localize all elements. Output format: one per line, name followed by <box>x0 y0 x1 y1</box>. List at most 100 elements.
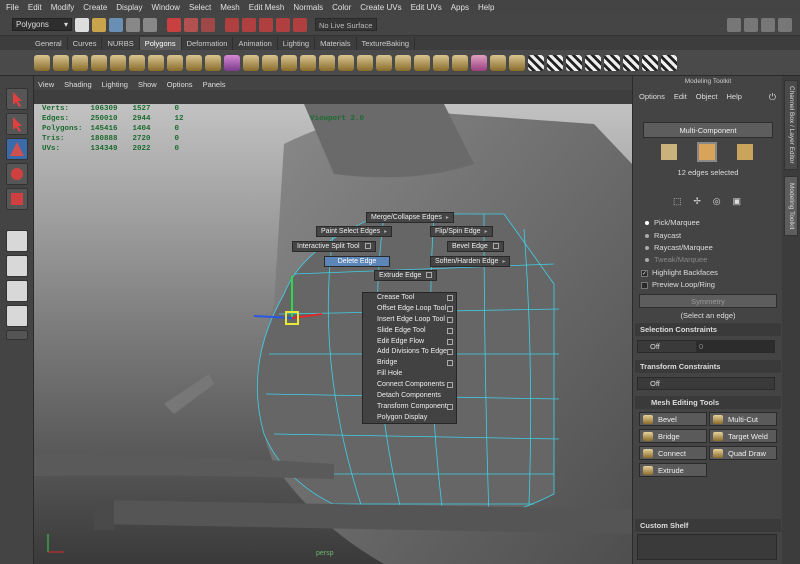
open-scene-icon[interactable] <box>92 17 106 32</box>
shelf-tab-polygons[interactable]: Polygons <box>139 37 182 50</box>
shelf-tool-icon[interactable] <box>490 54 506 71</box>
panel-menu-shading[interactable]: Shading <box>64 80 92 89</box>
move-tool-icon[interactable] <box>6 163 28 185</box>
option-box-icon[interactable] <box>447 295 453 301</box>
extrude-edge-item[interactable]: Extrude Edge <box>374 270 438 281</box>
shelf-tool-icon[interactable] <box>243 54 259 71</box>
rotate-tool-icon[interactable] <box>6 188 28 210</box>
panel-menu-panels[interactable]: Panels <box>203 80 226 89</box>
bridge-button[interactable]: Bridge <box>639 429 707 443</box>
mesh-editing-tools-header[interactable]: Mesh Editing Tools <box>635 396 781 409</box>
panel-menu-options[interactable]: Options <box>167 80 193 89</box>
layout-icon[interactable] <box>761 17 775 32</box>
paint-select-edges-item[interactable]: Paint Select Edges ▸ <box>316 226 393 237</box>
context-item-edit-edge-flow[interactable]: Edit Edge Flow <box>363 337 456 348</box>
shelf-tool-icon[interactable] <box>186 54 202 71</box>
shelf-tool-icon[interactable] <box>642 54 658 71</box>
shelf-tool-icon[interactable] <box>376 54 392 71</box>
layout-single-icon[interactable] <box>6 230 28 252</box>
select-tool-icon[interactable] <box>6 88 28 110</box>
transform-constraint-field[interactable]: Off <box>637 377 775 390</box>
context-item-connect-components[interactable]: Connect Components <box>363 380 456 391</box>
selection-constraint-field[interactable]: Off 0 <box>637 340 775 353</box>
option-box-icon[interactable] <box>447 360 453 367</box>
connect-button[interactable]: Connect <box>639 446 707 460</box>
shelf-tool-icon[interactable] <box>585 54 601 71</box>
interactive-split-tool-item[interactable]: Interactive Split Tool <box>292 241 376 252</box>
panel-menu-show[interactable]: Show <box>138 80 157 89</box>
context-item-insert-edge-loop-tool[interactable]: Insert Edge Loop Tool <box>363 315 456 326</box>
camera-based-icon[interactable]: ◎ <box>713 196 721 210</box>
snap-view-plane-icon[interactable] <box>276 17 290 32</box>
shelf-tool-icon[interactable] <box>623 54 639 71</box>
undo-icon[interactable] <box>126 17 140 32</box>
shelf-tab-texturebaking[interactable]: TextureBaking <box>357 37 416 50</box>
raycast-radio[interactable]: Raycast <box>645 231 681 240</box>
selection-constraints-header[interactable]: Selection Constraints <box>635 323 781 336</box>
quad-draw-button[interactable]: Quad Draw <box>709 446 777 460</box>
context-item-bridge[interactable]: Bridge <box>363 358 456 369</box>
option-box-icon[interactable] <box>447 403 453 410</box>
menu-mesh[interactable]: Mesh <box>220 3 240 12</box>
paint-select-icon[interactable] <box>6 138 28 160</box>
shelf-tab-nurbs[interactable]: NURBS <box>102 37 140 50</box>
layout-icon[interactable] <box>744 17 758 32</box>
select-by-object-icon[interactable] <box>184 17 198 32</box>
menu-create-uvs[interactable]: Create UVs <box>360 3 401 12</box>
panel-menu-view[interactable]: View <box>38 80 54 89</box>
context-item-crease-tool[interactable]: Crease Tool <box>363 293 456 304</box>
menu-select[interactable]: Select <box>189 3 211 12</box>
delete-edge-item[interactable]: Delete Edge <box>324 256 390 267</box>
transform-constraints-header[interactable]: Transform Constraints <box>635 360 781 373</box>
make-live-icon[interactable] <box>293 17 307 32</box>
vertex-mode-icon[interactable] <box>661 144 677 160</box>
toolkit-menu-options[interactable]: Options <box>639 92 665 101</box>
snap-curve-icon[interactable] <box>242 17 256 32</box>
multi-component-button[interactable]: Multi-Component <box>643 122 773 138</box>
bevel-button[interactable]: Bevel <box>639 412 707 426</box>
snap-point-icon[interactable] <box>259 17 273 32</box>
tweak-marquee-radio[interactable]: Tweak/Marquee <box>645 255 707 264</box>
shelf-tool-icon[interactable] <box>167 54 183 71</box>
context-item-fill-hole[interactable]: Fill Hole <box>363 369 456 380</box>
panel-menu-lighting[interactable]: Lighting <box>102 80 128 89</box>
context-item-slide-edge-tool[interactable]: Slide Edge Tool <box>363 326 456 337</box>
pick-marquee-radio[interactable]: Pick/Marquee <box>645 218 700 227</box>
shelf-tool-icon[interactable] <box>91 54 107 71</box>
lasso-tool-icon[interactable] <box>6 113 28 135</box>
menu-edit[interactable]: Edit <box>28 3 42 12</box>
face-mode-icon[interactable] <box>737 144 753 160</box>
viewport[interactable]: View Shading Lighting Show Options Panels Ver… <box>34 78 632 564</box>
context-item-add-divisions-to-edge[interactable]: Add Divisions To Edge <box>363 347 456 358</box>
selection-constraint-value[interactable]: 0 <box>696 341 774 352</box>
shelf-tool-icon[interactable] <box>414 54 430 71</box>
menu-window[interactable]: Window <box>152 3 180 12</box>
context-item-transform-component[interactable]: Transform Component <box>363 402 456 413</box>
shelf-tab-materials[interactable]: Materials <box>315 37 357 50</box>
shelf-tool-icon[interactable] <box>129 54 145 71</box>
menu-edit-mesh[interactable]: Edit Mesh <box>249 3 285 12</box>
context-item-detach-components[interactable]: Detach Components <box>363 391 456 402</box>
viewport-scene[interactable] <box>34 94 632 564</box>
shelf-tool-icon[interactable] <box>661 54 677 71</box>
shelf-tool-icon[interactable] <box>224 54 240 71</box>
bevel-edge-item[interactable]: Bevel Edge <box>447 241 504 252</box>
shelf-tab-lighting[interactable]: Lighting <box>278 37 316 50</box>
shelf-tool-icon[interactable] <box>471 54 487 71</box>
target-weld-button[interactable]: Target Weld <box>709 429 777 443</box>
layout-icon[interactable] <box>727 17 741 32</box>
power-icon[interactable]: ⏻ <box>769 92 776 103</box>
tweak-icon[interactable]: ▣ <box>733 196 742 210</box>
shelf-tool-icon[interactable] <box>604 54 620 71</box>
shelf-tool-icon[interactable] <box>338 54 354 71</box>
select-by-component-icon[interactable] <box>201 17 215 32</box>
menu-edit-uvs[interactable]: Edit UVs <box>411 3 442 12</box>
menu-file[interactable]: File <box>6 3 19 12</box>
shelf-tool-icon[interactable] <box>281 54 297 71</box>
menu-create[interactable]: Create <box>83 3 107 12</box>
layout-two-icon[interactable] <box>6 280 28 302</box>
tab-channel-box[interactable]: Channel Box / Layer Editor <box>784 80 798 170</box>
merge-collapse-edges-item[interactable]: Merge/Collapse Edges ▸ <box>366 212 454 223</box>
layout-outliner-icon[interactable] <box>6 305 28 327</box>
menu-set-dropdown[interactable]: Polygons ▾ <box>12 18 72 31</box>
